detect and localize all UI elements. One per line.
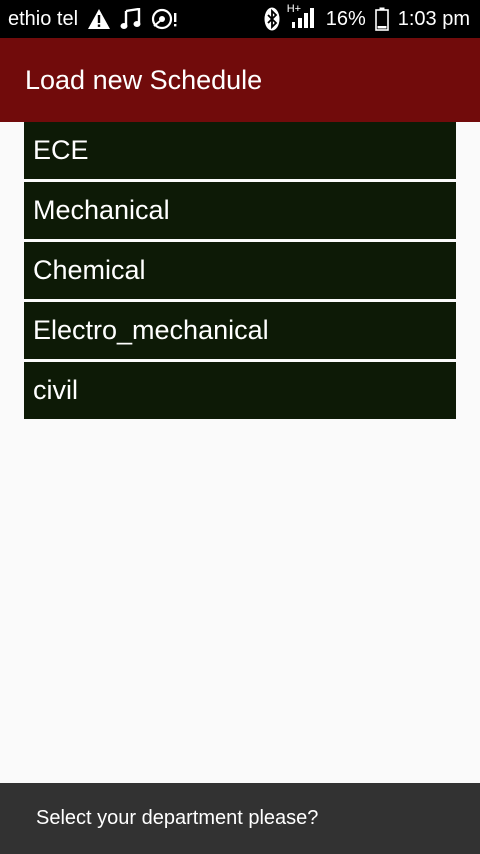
department-item-mechanical[interactable]: Mechanical [24,182,456,239]
status-bar-left: ethio tel [8,8,179,31]
media-icon [151,8,179,30]
toast-text: Select your department please? [36,807,319,829]
page-title: Load new Schedule [25,64,263,95]
network-type-label: H+ [286,3,302,15]
battery-percent: 16% [325,7,366,30]
department-item-ece[interactable]: ECE [24,122,456,179]
bluetooth-icon [264,7,280,31]
music-note-icon [120,8,142,30]
carrier-name: ethio tel [8,7,79,30]
warning-icon [87,8,111,30]
screen: ethio tel H+ 16% 1:03 pm Load new Schedu… [0,0,480,854]
department-list: ECE Mechanical Chemical Electro_mechanic… [24,122,456,422]
status-bar-right: H+ 16% 1:03 pm [264,4,470,31]
signal-icon: H+ [287,4,317,30]
department-item-chemical[interactable]: Chemical [24,242,456,299]
toast-message: Select your department please? [0,783,480,854]
battery-icon [374,7,389,31]
department-item-electro-mechanical[interactable]: Electro_mechanical [24,302,456,359]
app-bar: Load new Schedule [0,38,480,122]
clock: 1:03 pm [397,7,470,30]
status-bar: ethio tel H+ 16% 1:03 pm [0,0,480,38]
department-item-civil[interactable]: civil [24,362,456,419]
